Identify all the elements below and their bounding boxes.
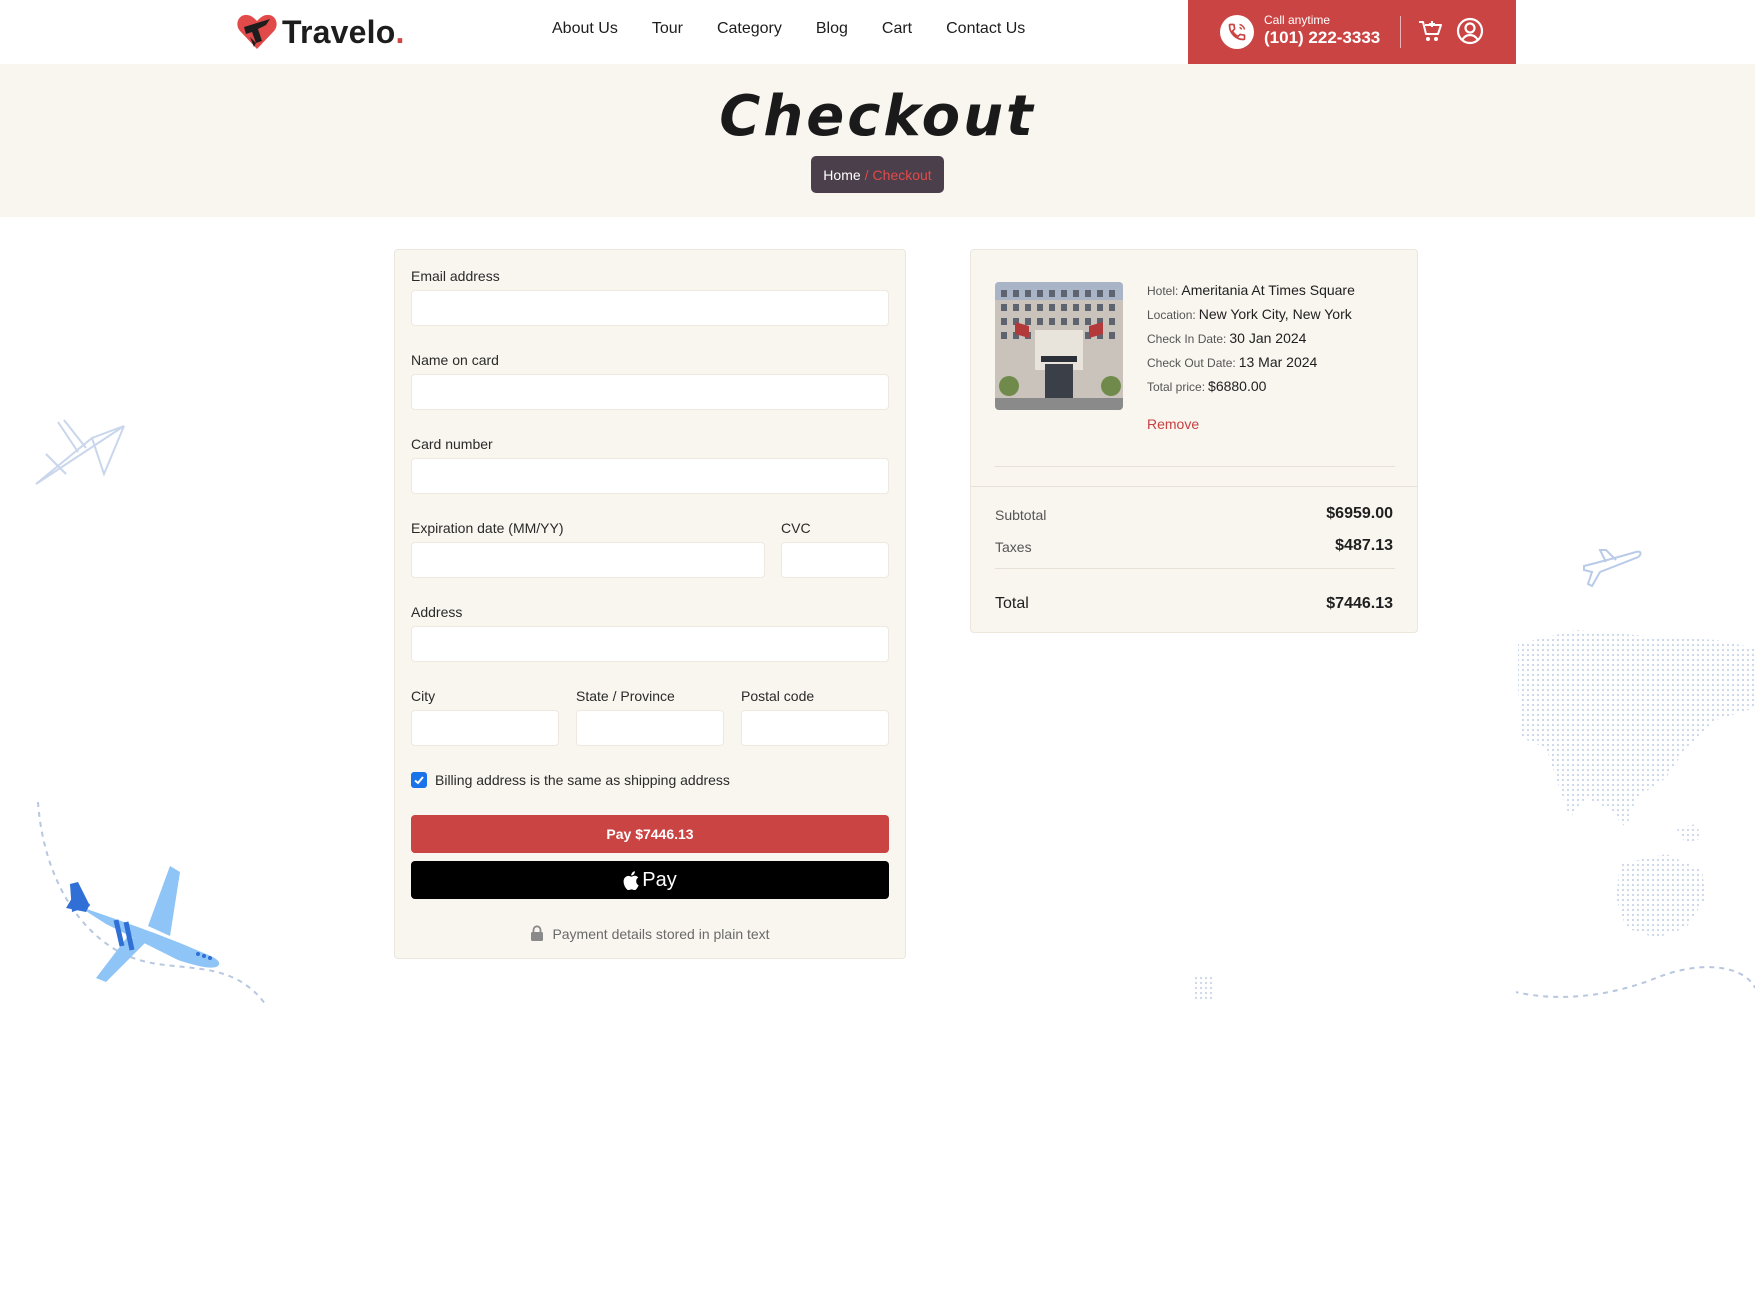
call-divider xyxy=(1400,16,1401,48)
secure-note: Payment details stored in plain text xyxy=(395,925,905,942)
divider xyxy=(995,568,1395,569)
state-label: State / Province xyxy=(576,688,675,704)
city-label: City xyxy=(411,688,436,704)
address-label: Address xyxy=(411,604,463,620)
email-label: Email address xyxy=(411,268,500,284)
divider xyxy=(971,486,1417,487)
nav-category[interactable]: Category xyxy=(717,20,782,38)
hotel-photo xyxy=(995,282,1123,410)
address-input[interactable] xyxy=(411,626,889,662)
user-account-icon[interactable] xyxy=(1456,17,1484,45)
checkin-key: Check In Date: xyxy=(1147,332,1227,346)
postal-code-label: Postal code xyxy=(741,688,815,704)
checkin-value: 30 Jan 2024 xyxy=(1229,330,1307,346)
cart-icon[interactable] xyxy=(1417,18,1443,44)
lock-icon xyxy=(531,925,544,941)
order-summary: Hotel: Ameritania At Times Square Locatio… xyxy=(970,249,1418,633)
site-header: Travelo . About Us Tour Category Blog Ca… xyxy=(0,0,1755,64)
apple-icon xyxy=(623,870,639,890)
payment-form: Email address Name on card Card number E… xyxy=(394,249,906,959)
blue-airplane-illustration xyxy=(66,862,226,991)
cvc-input[interactable] xyxy=(781,542,889,578)
nav-tour[interactable]: Tour xyxy=(652,20,683,38)
page-title: Checkout xyxy=(719,84,1036,149)
main-nav: About Us Tour Category Blog Cart Contact… xyxy=(552,20,1059,38)
name-on-card-input[interactable] xyxy=(411,374,889,410)
apple-pay-label: Pay xyxy=(642,868,677,891)
checkout-value: 13 Mar 2024 xyxy=(1238,354,1318,370)
postal-code-input[interactable] xyxy=(741,710,889,746)
expiration-input[interactable] xyxy=(411,542,765,578)
email-input[interactable] xyxy=(411,290,889,326)
hotel-key: Hotel: xyxy=(1147,284,1179,298)
price-row: Total price: $6880.00 xyxy=(1147,378,1266,394)
brand-dot: . xyxy=(395,13,405,50)
small-plane-outline-icon xyxy=(1582,548,1642,595)
phone-number[interactable]: (101) 222-3333 xyxy=(1264,28,1380,48)
divider xyxy=(995,466,1395,467)
price-key: Total price: xyxy=(1147,380,1206,394)
cvc-label: CVC xyxy=(781,520,811,536)
billing-same-checkbox[interactable] xyxy=(411,772,427,788)
breadcrumb-current: Checkout xyxy=(872,166,932,183)
total-label: Total xyxy=(995,595,1029,612)
checkin-row: Check In Date: 30 Jan 2024 xyxy=(1147,330,1306,346)
brand-name: Travelo xyxy=(282,13,396,50)
paper-plane-outline-icon xyxy=(34,418,126,493)
pay-button[interactable]: Pay $7446.13 xyxy=(411,815,889,853)
checkout-row: Check Out Date: 13 Mar 2024 xyxy=(1147,354,1317,370)
total-value: $7446.13 xyxy=(1326,595,1393,612)
hotel-name: Ameritania At Times Square xyxy=(1181,282,1355,298)
breadcrumb: Home / Checkout xyxy=(811,156,944,193)
breadcrumb-home[interactable]: Home xyxy=(823,167,860,183)
call-bar: Call anytime (101) 222-3333 xyxy=(1188,0,1516,64)
city-input[interactable] xyxy=(411,710,559,746)
taxes-label: Taxes xyxy=(995,539,1032,555)
card-number-input[interactable] xyxy=(411,458,889,494)
subtotal-label: Subtotal xyxy=(995,507,1047,523)
heart-plane-logo-icon xyxy=(236,13,278,51)
nav-cart[interactable]: Cart xyxy=(882,20,912,38)
dotted-map-fragment xyxy=(1194,976,1212,1007)
nav-blog[interactable]: Blog xyxy=(816,20,848,38)
state-input[interactable] xyxy=(576,710,724,746)
brand-logo[interactable]: Travelo . xyxy=(236,12,404,52)
location-key: Location: xyxy=(1147,308,1196,322)
hotel-row: Hotel: Ameritania At Times Square xyxy=(1147,282,1355,298)
call-anytime-label: Call anytime xyxy=(1264,13,1331,27)
apple-pay-button[interactable]: Pay xyxy=(411,861,889,899)
taxes-value: $487.13 xyxy=(1335,537,1393,554)
checkout-key: Check Out Date: xyxy=(1147,356,1236,370)
location-row: Location: New York City, New York xyxy=(1147,306,1352,322)
checkmark-icon xyxy=(414,776,424,785)
dotted-world-map xyxy=(1475,628,1755,1013)
nav-contact-us[interactable]: Contact Us xyxy=(946,20,1025,38)
remove-link[interactable]: Remove xyxy=(1147,416,1199,432)
nav-about-us[interactable]: About Us xyxy=(552,20,618,38)
location-value: New York City, New York xyxy=(1198,306,1352,322)
breadcrumb-separator: / xyxy=(864,166,869,183)
secure-note-text: Payment details stored in plain text xyxy=(552,925,770,942)
billing-same-label[interactable]: Billing address is the same as shipping … xyxy=(435,772,730,788)
page-banner: Checkout Home / Checkout xyxy=(0,64,1755,217)
phone-icon[interactable] xyxy=(1220,15,1254,49)
name-on-card-label: Name on card xyxy=(411,352,499,368)
subtotal-value: $6959.00 xyxy=(1326,505,1393,522)
price-value: $6880.00 xyxy=(1208,378,1267,394)
expiration-label: Expiration date (MM/YY) xyxy=(411,520,564,536)
card-number-label: Card number xyxy=(411,436,493,452)
